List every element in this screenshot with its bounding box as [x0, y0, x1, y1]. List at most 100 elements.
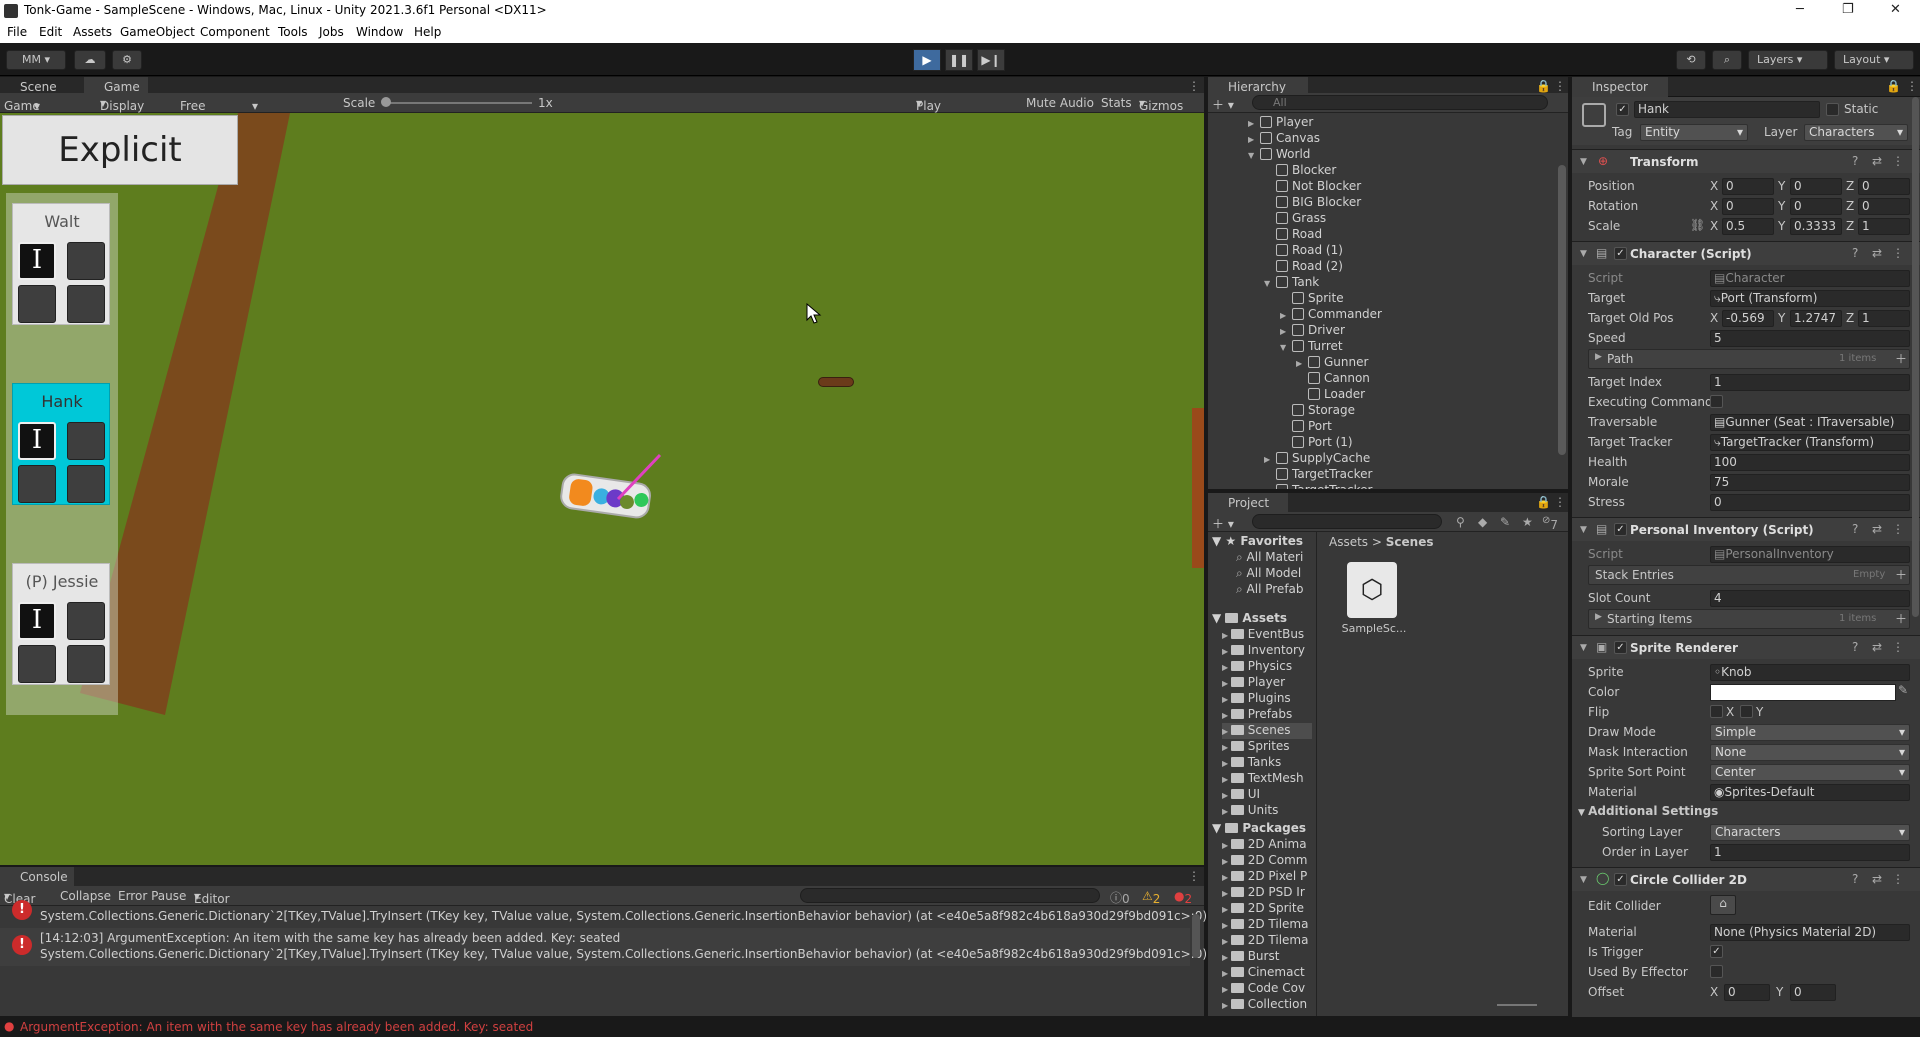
- component-menu-icon[interactable]: ⋮: [1892, 154, 1904, 168]
- target-index-field[interactable]: 1: [1710, 374, 1910, 391]
- foldout-arrow-icon[interactable]: ▶: [1280, 327, 1292, 336]
- account-button[interactable]: MM ▾: [6, 50, 66, 70]
- hierarchy-item[interactable]: BIG Blocker: [1264, 195, 1361, 211]
- inventory-slot[interactable]: I: [18, 602, 56, 640]
- close-button[interactable]: ✕: [1890, 2, 1901, 17]
- hierarchy-item[interactable]: Not Blocker: [1264, 179, 1361, 195]
- z-value-field[interactable]: 0: [1858, 198, 1910, 215]
- hierarchy-search-input[interactable]: All: [1252, 95, 1548, 110]
- character-card-walt[interactable]: Walt I: [12, 203, 110, 325]
- hierarchy-item[interactable]: TargetTracker: [1264, 467, 1372, 483]
- menu-jobs[interactable]: Jobs: [319, 25, 344, 39]
- menu-edit[interactable]: Edit: [39, 25, 62, 39]
- maximize-button[interactable]: ❐: [1842, 2, 1854, 17]
- help-icon[interactable]: ?: [1852, 154, 1858, 168]
- hierarchy-item[interactable]: ▶ Commander: [1280, 307, 1382, 323]
- scale-slider-handle[interactable]: [381, 97, 391, 107]
- stress-field[interactable]: 0: [1710, 494, 1910, 511]
- editor-dropdown[interactable]: Editor ▾: [194, 889, 230, 906]
- z-value-field[interactable]: 1: [1858, 218, 1910, 235]
- preset-icon[interactable]: ⇄: [1872, 640, 1882, 654]
- console-line[interactable]: System.Collections.Generic.Dictionary`2[…: [40, 947, 1207, 961]
- menu-help[interactable]: Help: [414, 25, 441, 39]
- offset-x-field[interactable]: 0: [1724, 984, 1770, 1001]
- package-folder[interactable]: ▶ 2D Comm: [1222, 853, 1308, 869]
- menu-assets[interactable]: Assets: [73, 25, 112, 39]
- stack-entries-list[interactable]: Stack Entries Empty ＋: [1588, 565, 1910, 585]
- tab-inspector[interactable]: Inspector: [1572, 77, 1668, 97]
- console-line[interactable]: System.Collections.Generic.Dictionary`2[…: [40, 909, 1207, 923]
- x-value-field[interactable]: 0: [1722, 178, 1774, 195]
- preset-icon[interactable]: ⇄: [1872, 154, 1882, 168]
- favorite-icon[interactable]: ★: [1522, 515, 1533, 529]
- status-message[interactable]: ArgumentException: An item with the same…: [20, 1020, 533, 1034]
- foldout-arrow-icon[interactable]: ▼: [1248, 151, 1260, 160]
- inventory-slot[interactable]: [18, 465, 56, 503]
- hierarchy-item[interactable]: TargetTracker: [1264, 483, 1372, 489]
- inventory-slot[interactable]: [67, 422, 105, 460]
- scene-file-name[interactable]: SampleSc...: [1339, 622, 1409, 635]
- hierarchy-item[interactable]: Port (1): [1280, 435, 1353, 451]
- hierarchy-item[interactable]: ▼ World: [1248, 147, 1310, 163]
- menu-gameobject[interactable]: GameObject: [120, 25, 195, 39]
- console-line[interactable]: [14:12:03] ArgumentException: An item wi…: [40, 931, 620, 945]
- asset-folder[interactable]: ▶ UI: [1222, 787, 1260, 803]
- foldout-arrow-icon[interactable]: ▼: [1280, 343, 1292, 352]
- package-folder[interactable]: ▶ 2D Tilema: [1222, 917, 1308, 933]
- hierarchy-item[interactable]: Grass: [1264, 211, 1326, 227]
- enabled-checkbox[interactable]: ✓: [1614, 523, 1627, 536]
- layer-dropdown[interactable]: Characters ▾: [1804, 124, 1908, 141]
- label-filter-icon[interactable]: ✎: [1500, 515, 1510, 529]
- explicit-mode-button[interactable]: Explicit: [2, 115, 238, 185]
- constrain-proportions-icon[interactable]: ⛓: [1690, 218, 1705, 232]
- hierarchy-item[interactable]: Road (1): [1264, 243, 1343, 259]
- hierarchy-scrollbar[interactable]: [1558, 165, 1566, 455]
- menu-component[interactable]: Component: [200, 25, 270, 39]
- asset-folder[interactable]: ▶ Physics: [1222, 659, 1292, 675]
- mute-audio-toggle[interactable]: Mute Audio: [1026, 96, 1094, 110]
- enabled-checkbox[interactable]: ✓: [1614, 641, 1627, 654]
- help-icon[interactable]: ?: [1852, 872, 1858, 886]
- x-value-field[interactable]: 0: [1722, 198, 1774, 215]
- hierarchy-item[interactable]: Road (2): [1264, 259, 1343, 275]
- package-folder[interactable]: ▶ 2D PSD Ir: [1222, 885, 1305, 901]
- favorite-item[interactable]: ⌕ All Materi: [1236, 550, 1303, 566]
- foldout-arrow-icon[interactable]: ▼: [1264, 279, 1276, 288]
- type-filter-icon[interactable]: ◆: [1478, 515, 1487, 529]
- breadcrumb-scenes[interactable]: Scenes: [1386, 535, 1434, 549]
- inventory-slot[interactable]: [67, 645, 105, 683]
- hierarchy-item[interactable]: ▼ Turret: [1280, 339, 1343, 355]
- used-by-effector-checkbox[interactable]: [1710, 965, 1723, 978]
- x-value-field[interactable]: -0.569: [1722, 310, 1774, 327]
- traversable-field[interactable]: ▤Gunner (Seat : ITraversable): [1710, 414, 1910, 431]
- search-icon[interactable]: ⌕: [1712, 50, 1742, 70]
- enabled-checkbox[interactable]: ✓: [1614, 247, 1627, 260]
- hierarchy-item[interactable]: Port: [1280, 419, 1332, 435]
- enabled-checkbox[interactable]: ✓: [1614, 873, 1627, 886]
- package-folder[interactable]: ▶ Collection: [1222, 997, 1307, 1013]
- error-pause-toggle[interactable]: Error Pause: [118, 889, 186, 903]
- lock-icon[interactable]: 🔒: [1886, 79, 1901, 93]
- color-swatch[interactable]: [1710, 684, 1896, 701]
- asset-folder[interactable]: ▶ TextMesh: [1222, 771, 1304, 787]
- minimize-button[interactable]: ─: [1796, 2, 1804, 17]
- asset-folder[interactable]: ▶ EventBus: [1222, 627, 1304, 643]
- hierarchy-item[interactable]: ▼ Tank: [1264, 275, 1319, 291]
- inventory-slot[interactable]: [67, 285, 105, 323]
- warning-count[interactable]: ⚠ 2: [1142, 889, 1160, 906]
- hierarchy-item[interactable]: Blocker: [1264, 163, 1336, 179]
- package-folder[interactable]: ▶ Cinemact: [1222, 965, 1305, 981]
- menu-file[interactable]: File: [7, 25, 27, 39]
- add-item-icon[interactable]: ＋: [1895, 350, 1907, 367]
- morale-field[interactable]: 75: [1710, 474, 1910, 491]
- flip-x-checkbox[interactable]: [1710, 705, 1723, 718]
- asset-folder[interactable]: ▶ Player: [1222, 675, 1285, 691]
- foldout-arrow-icon[interactable]: ▶: [1248, 135, 1260, 144]
- package-folder[interactable]: ▶ 2D Pixel P: [1222, 869, 1307, 885]
- material-field[interactable]: ◉Sprites-Default: [1710, 784, 1910, 801]
- clear-dropdown[interactable]: Clear ▾: [4, 889, 35, 906]
- component-menu-icon[interactable]: ⋮: [1892, 640, 1904, 654]
- hierarchy-item[interactable]: ▶ Driver: [1280, 323, 1345, 339]
- sorting-layer-dropdown[interactable]: Characters ▾: [1710, 824, 1910, 841]
- help-icon[interactable]: ?: [1852, 640, 1858, 654]
